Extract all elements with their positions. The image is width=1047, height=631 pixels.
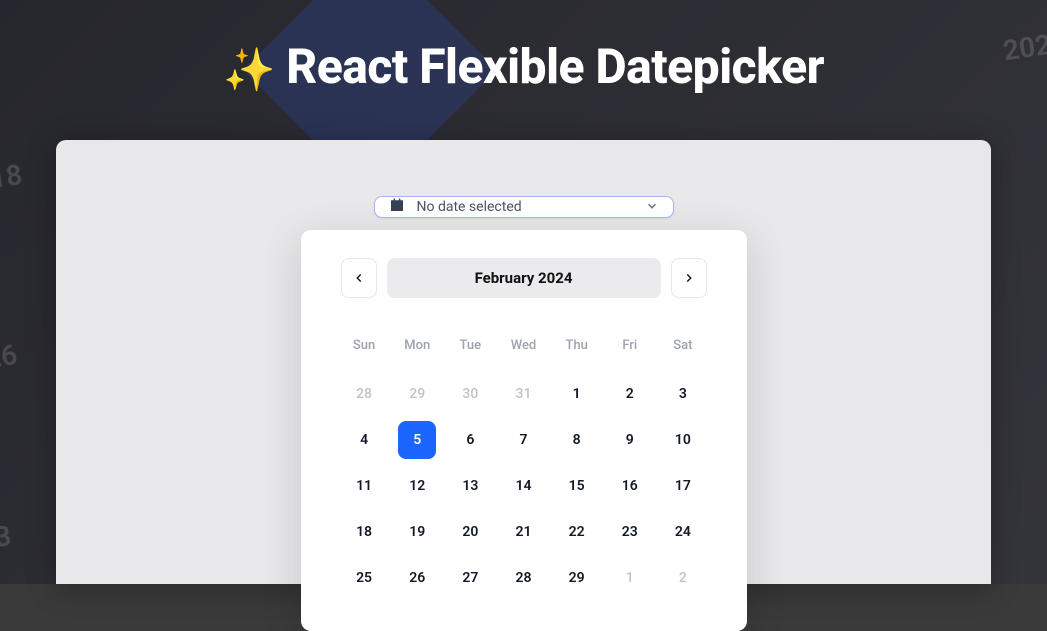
day-cell[interactable]: 3 — [664, 375, 702, 413]
day-cell[interactable]: 11 — [345, 467, 383, 505]
day-cell[interactable]: 25 — [345, 559, 383, 597]
day-cell[interactable]: 2 — [664, 559, 702, 597]
weekday-header: Tue — [447, 338, 494, 371]
day-cell[interactable]: 2 — [611, 375, 649, 413]
month-year-button[interactable]: February 2024 — [387, 258, 661, 298]
day-cell[interactable]: 31 — [504, 375, 542, 413]
day-cell[interactable]: 30 — [451, 375, 489, 413]
day-cell[interactable]: 10 — [664, 421, 702, 459]
page-title: ✨ React Flexible Datepicker — [0, 0, 1047, 95]
next-month-button[interactable] — [671, 258, 707, 298]
day-cell[interactable]: 5 — [398, 421, 436, 459]
sparkle-icon: ✨ — [223, 46, 275, 95]
demo-card: No date selected February 2024 SunMonTue… — [56, 140, 991, 584]
day-cell[interactable]: 29 — [558, 559, 596, 597]
day-cell[interactable]: 28 — [504, 559, 542, 597]
chevron-right-icon — [682, 271, 696, 285]
day-cell[interactable]: 12 — [398, 467, 436, 505]
weekday-header: Thu — [553, 338, 600, 371]
datepicker-trigger[interactable]: No date selected — [374, 196, 674, 218]
day-cell[interactable]: 1 — [611, 559, 649, 597]
weekday-header: Sat — [659, 338, 706, 371]
weekday-header: Fri — [606, 338, 653, 371]
day-cell[interactable]: 9 — [611, 421, 649, 459]
day-cell[interactable]: 7 — [504, 421, 542, 459]
prev-month-button[interactable] — [341, 258, 377, 298]
weekday-header: Sun — [341, 338, 388, 371]
day-cell[interactable]: 24 — [664, 513, 702, 551]
day-cell[interactable]: 19 — [398, 513, 436, 551]
day-cell[interactable]: 17 — [664, 467, 702, 505]
day-cell[interactable]: 4 — [345, 421, 383, 459]
day-cell[interactable]: 1 — [558, 375, 596, 413]
day-cell[interactable]: 22 — [558, 513, 596, 551]
day-cell[interactable]: 20 — [451, 513, 489, 551]
day-cell[interactable]: 29 — [398, 375, 436, 413]
day-cell[interactable]: 26 — [398, 559, 436, 597]
day-cell[interactable]: 13 — [451, 467, 489, 505]
day-cell[interactable]: 21 — [504, 513, 542, 551]
calendar-grid: SunMonTueWedThuFriSat2829303112345678910… — [341, 338, 707, 601]
calendar-header: February 2024 — [341, 258, 707, 298]
day-cell[interactable]: 18 — [345, 513, 383, 551]
weekday-header: Wed — [500, 338, 547, 371]
calendar-icon — [389, 197, 405, 217]
day-cell[interactable]: 28 — [345, 375, 383, 413]
page-title-text: React Flexible Datepicker — [286, 38, 824, 95]
day-cell[interactable]: 16 — [611, 467, 649, 505]
day-cell[interactable]: 27 — [451, 559, 489, 597]
weekday-header: Mon — [394, 338, 441, 371]
trigger-label: No date selected — [417, 199, 645, 215]
day-cell[interactable]: 8 — [558, 421, 596, 459]
chevron-down-icon — [645, 198, 659, 217]
calendar-popover: February 2024 SunMonTueWedThuFriSat28293… — [301, 230, 747, 631]
day-cell[interactable]: 6 — [451, 421, 489, 459]
chevron-left-icon — [352, 271, 366, 285]
day-cell[interactable]: 23 — [611, 513, 649, 551]
day-cell[interactable]: 15 — [558, 467, 596, 505]
day-cell[interactable]: 14 — [504, 467, 542, 505]
